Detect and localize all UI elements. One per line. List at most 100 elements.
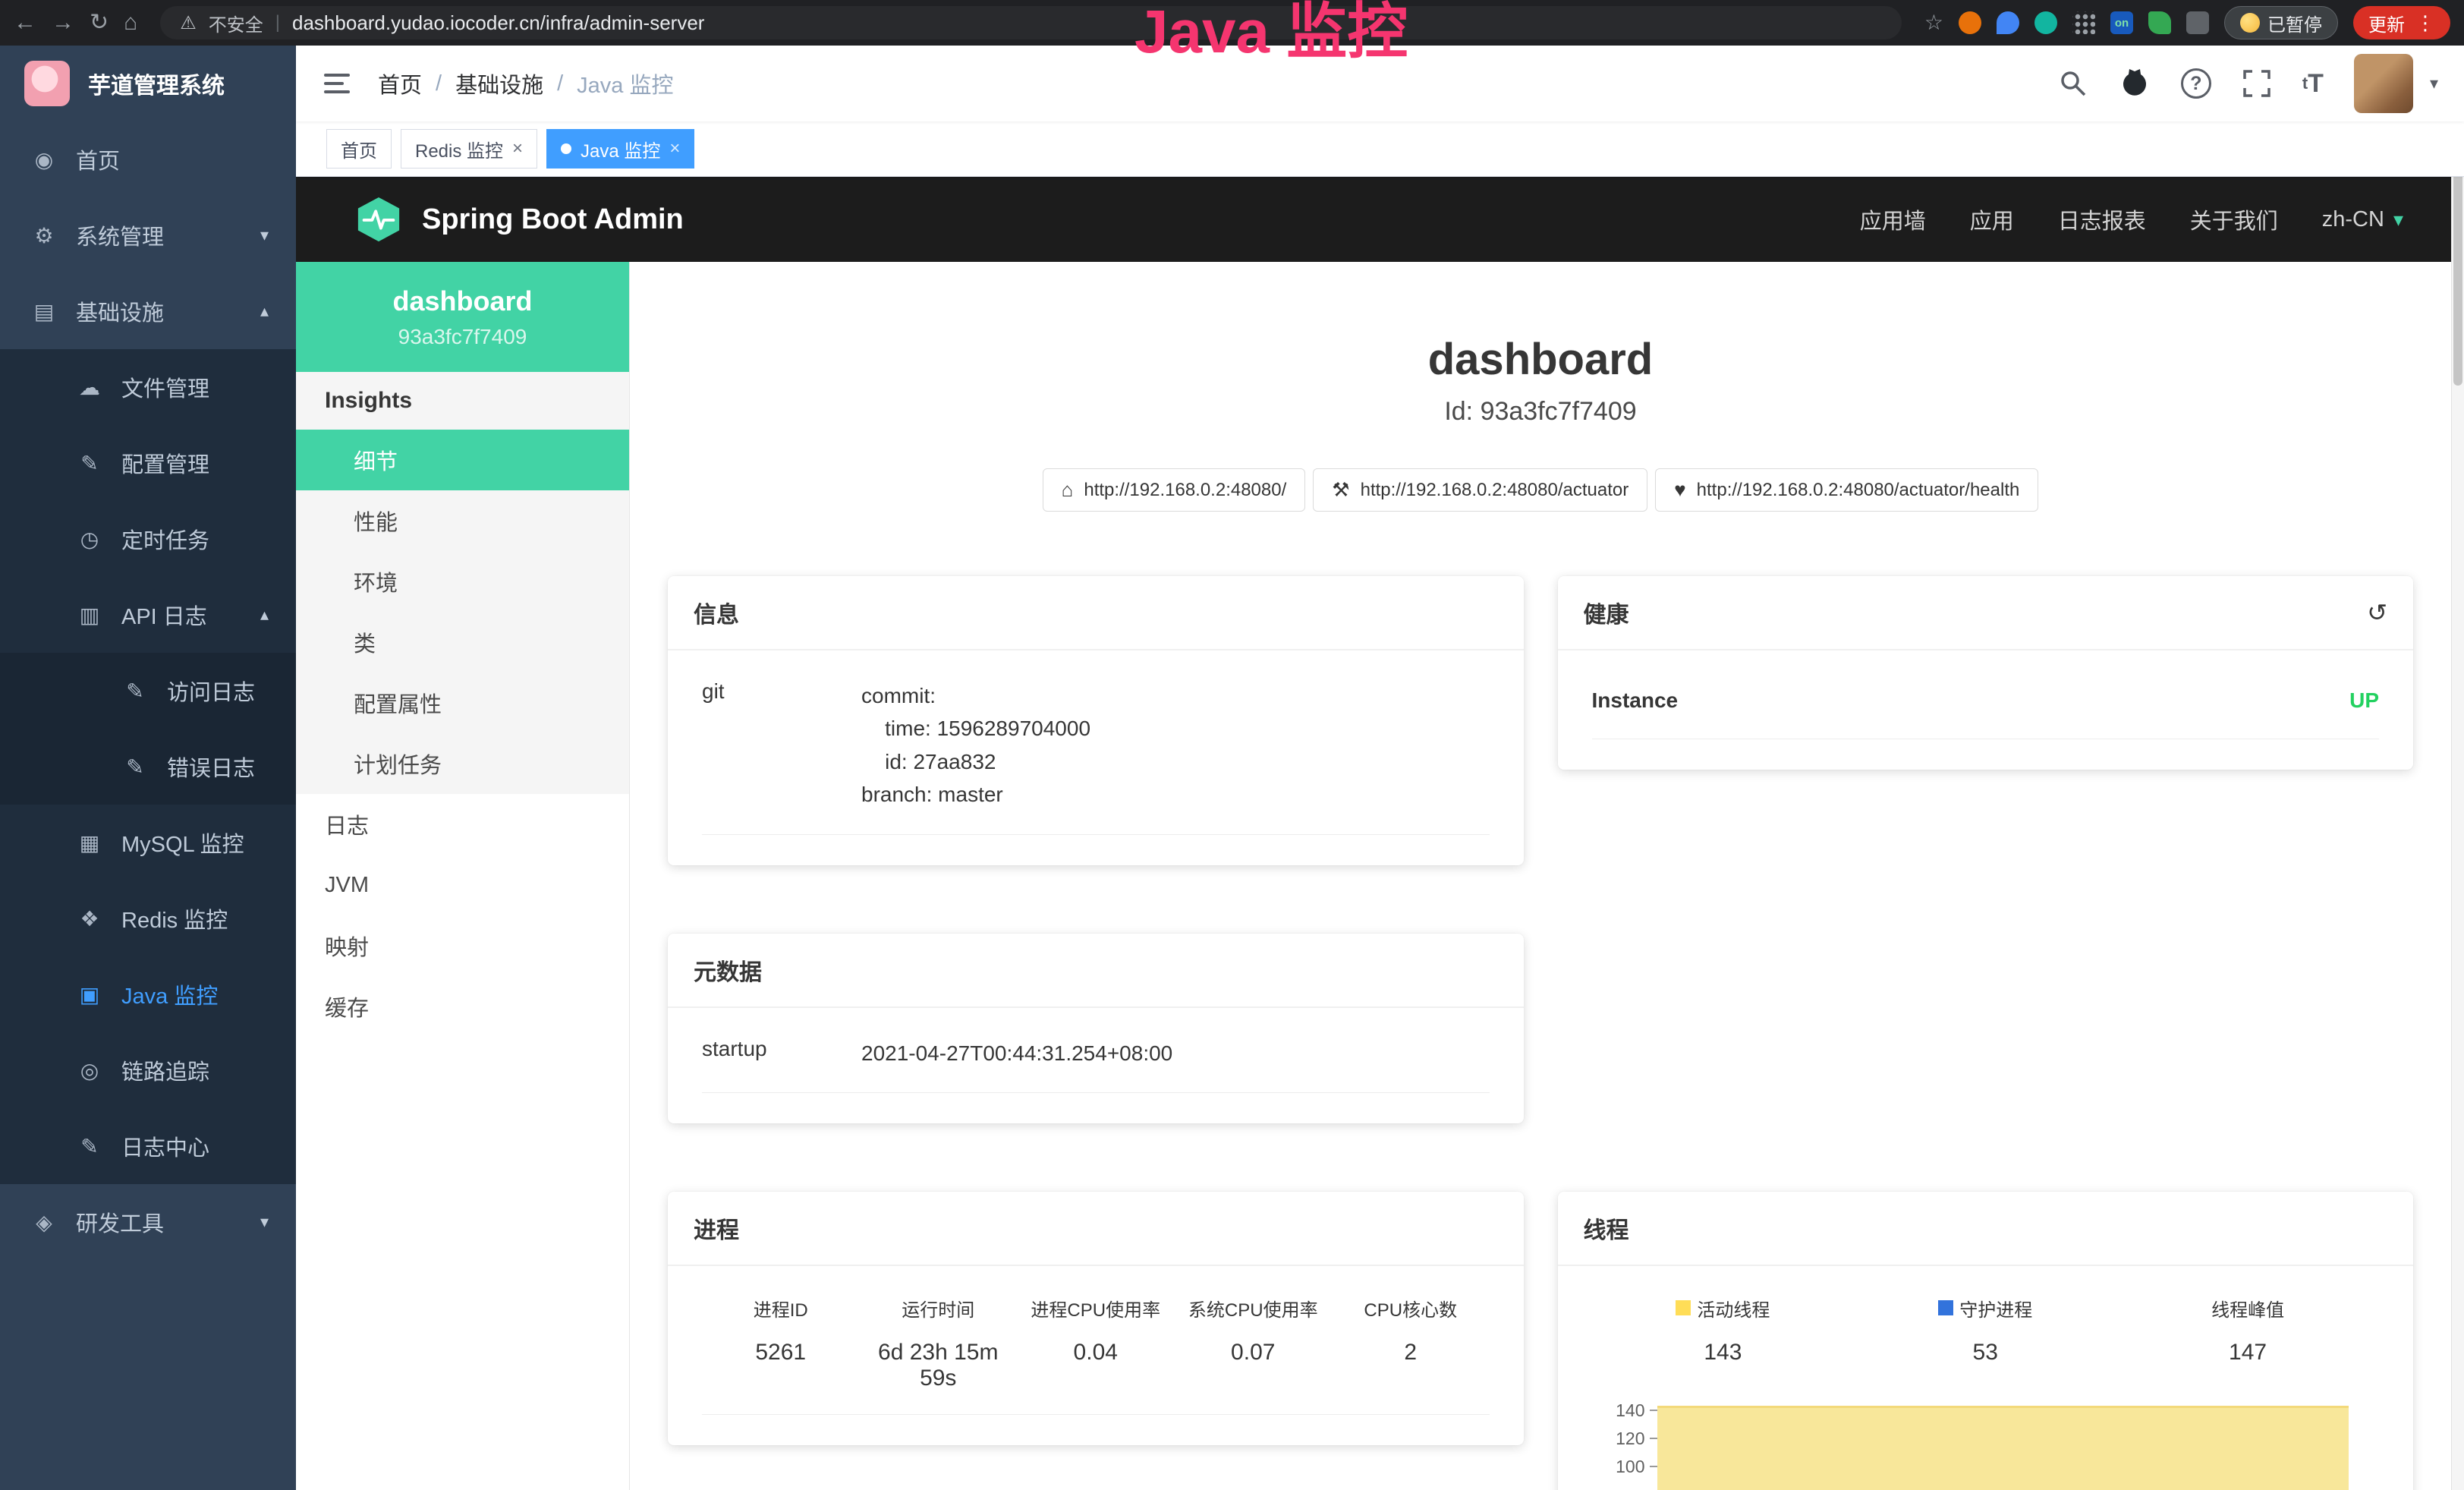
extension-on-badge-icon[interactable]: on	[2110, 11, 2133, 34]
hamburger-icon[interactable]	[322, 68, 352, 99]
github-icon[interactable]	[2119, 68, 2151, 99]
extension-grid-icon[interactable]	[2072, 11, 2095, 34]
font-size-icon[interactable]: tT	[2302, 69, 2324, 99]
sidebar-item-home[interactable]: ◉ 首页	[0, 121, 296, 197]
extensions-puzzle-icon[interactable]	[2186, 11, 2209, 34]
breadcrumb-separator: /	[557, 71, 563, 96]
search-icon[interactable]	[2058, 68, 2088, 99]
actuator-url-button[interactable]: ⚒ http://192.168.0.2:48080/actuator	[1313, 468, 1647, 512]
sidebar-item-access-logs[interactable]: ✎ 访问日志	[0, 653, 296, 729]
sba-nav-journal[interactable]: 日志报表	[2058, 203, 2146, 235]
back-icon[interactable]: ←	[14, 11, 36, 34]
tab-home[interactable]: 首页	[326, 129, 392, 169]
card-title: 信息	[694, 596, 739, 629]
sba-menu-scheduled-tasks[interactable]: 计划任务	[296, 733, 629, 794]
browser-menu-icon[interactable]: ⋮	[2415, 11, 2435, 35]
sidebar-item-api-logs[interactable]: ▥ API 日志 ▴	[0, 577, 296, 653]
health-url-button[interactable]: ♥ http://192.168.0.2:48080/actuator/heal…	[1655, 468, 2038, 512]
sba-nav-about[interactable]: 关于我们	[2190, 203, 2278, 235]
instance-url-button[interactable]: ⌂ http://192.168.0.2:48080/	[1043, 468, 1306, 512]
browser-update-button[interactable]: 更新 ⋮	[2353, 6, 2450, 39]
status-badge: UP	[2349, 688, 2379, 713]
page-url[interactable]: dashboard.yudao.iocoder.cn/infra/admin-s…	[292, 11, 704, 35]
stat-value: 53	[1854, 1340, 2116, 1366]
brand-title[interactable]: Spring Boot Admin	[422, 203, 684, 236]
actuator-url-label: http://192.168.0.2:48080/actuator	[1361, 480, 1629, 501]
page-title: dashboard	[630, 334, 2451, 385]
sba-menu-jvm[interactable]: JVM	[296, 855, 629, 915]
breadcrumb-home[interactable]: 首页	[378, 68, 422, 99]
sidebar-item-system-management[interactable]: ⚙ 系统管理 ▾	[0, 197, 296, 273]
sba-menu-logs[interactable]: 日志	[296, 794, 629, 855]
sidebar-item-trace[interactable]: ◎ 链路追踪	[0, 1032, 296, 1108]
sba-menu-metrics[interactable]: 性能	[296, 490, 629, 551]
reload-icon[interactable]: ↻	[90, 11, 109, 34]
page-scrollbar[interactable]	[2451, 46, 2464, 1490]
stat-value: 5261	[702, 1340, 860, 1366]
locale-select[interactable]: zh-CN ▾	[2322, 207, 2403, 232]
instance-name: dashboard	[392, 285, 532, 317]
tab-redis-monitor[interactable]: Redis 监控 ×	[401, 129, 537, 169]
extension-leaf-icon[interactable]	[2148, 11, 2171, 34]
instance-links: ⌂ http://192.168.0.2:48080/ ⚒ http://192…	[630, 468, 2451, 512]
home-icon: ⌂	[1062, 478, 1074, 502]
chevron-up-icon: ▴	[260, 605, 269, 625]
insights-section-label: Insights	[296, 372, 629, 430]
extension-green-icon[interactable]	[2034, 11, 2057, 34]
sidebar-item-redis-monitor[interactable]: ❖ Redis 监控	[0, 880, 296, 956]
tab-java-monitor[interactable]: Java 监控 ×	[546, 129, 694, 169]
close-icon[interactable]: ×	[669, 138, 680, 159]
sidebar-item-config-management[interactable]: ✎ 配置管理	[0, 425, 296, 501]
breadcrumb-infrastructure[interactable]: 基础设施	[455, 68, 543, 99]
instance-health-row[interactable]: Instance UP	[1592, 658, 2380, 739]
card-title: 元数据	[694, 953, 762, 987]
forward-icon[interactable]: →	[52, 11, 74, 34]
close-icon[interactable]: ×	[512, 138, 523, 159]
sidebar-item-label: 配置管理	[121, 447, 209, 479]
process-stats: 进程ID 5261 运行时间 6d 23h 15m 59s 进程CPU使用率 0…	[702, 1274, 1490, 1415]
sba-menu-environment[interactable]: 环境	[296, 551, 629, 612]
tags-view: 首页 Redis 监控 × Java 监控 ×	[296, 121, 2464, 177]
git-info-row: git commit: time: 1596289704000 id: 27aa…	[702, 658, 1490, 835]
instance-id-line: Id: 93a3fc7f7409	[630, 397, 2451, 427]
sba-sidebar: dashboard 93a3fc7f7409 Insights 细节 性能 环境…	[296, 262, 630, 1490]
browser-home-icon[interactable]: ⌂	[124, 11, 137, 34]
stat-label: 系统CPU使用率	[1175, 1295, 1333, 1321]
sidebar-item-mysql-monitor[interactable]: ▦ MySQL 监控	[0, 805, 296, 880]
avatar-caret-icon[interactable]: ▾	[2430, 74, 2438, 93]
sidebar-item-log-center[interactable]: ✎ 日志中心	[0, 1108, 296, 1184]
sba-menu-details[interactable]: 细节	[296, 430, 629, 490]
breadcrumb-separator: /	[436, 71, 442, 96]
sidebar-item-dev-tools[interactable]: ◈ 研发工具 ▾	[0, 1184, 296, 1260]
bookmark-star-icon[interactable]: ☆	[1924, 12, 1943, 33]
extension-drop-icon[interactable]	[1997, 11, 2019, 34]
extension-fox-icon[interactable]	[1959, 11, 1981, 34]
redis-icon: ❖	[76, 906, 103, 931]
threads-chart-y-axis: 140 120 100	[1592, 1399, 1657, 1490]
fullscreen-icon[interactable]	[2242, 68, 2272, 99]
sidebar-item-error-logs[interactable]: ✎ 错误日志	[0, 729, 296, 805]
sba-menu-mappings[interactable]: 映射	[296, 915, 629, 976]
app-logo-row[interactable]: 芋道管理系统	[0, 46, 296, 121]
update-label: 更新	[2368, 10, 2405, 36]
sba-menu-config-props[interactable]: 配置属性	[296, 673, 629, 733]
cloud-icon: ☁	[76, 375, 103, 400]
instance-header[interactable]: dashboard 93a3fc7f7409	[296, 262, 629, 372]
address-bar[interactable]: ⚠ 不安全 | dashboard.yudao.iocoder.cn/infra…	[160, 6, 1902, 39]
sba-menu-caches[interactable]: 缓存	[296, 976, 629, 1037]
sidebar-item-scheduled-tasks[interactable]: ◷ 定时任务	[0, 501, 296, 577]
profile-paused-pill[interactable]: 已暂停	[2224, 6, 2338, 39]
sidebar-item-file-management[interactable]: ☁ 文件管理	[0, 349, 296, 425]
locale-label: zh-CN	[2322, 207, 2384, 232]
wrench-icon: ⚒	[1332, 478, 1349, 502]
help-icon[interactable]: ?	[2181, 68, 2211, 99]
sba-menu-classes[interactable]: 类	[296, 612, 629, 673]
document-icon: ▥	[76, 603, 103, 628]
history-icon[interactable]: ↺	[2367, 598, 2387, 627]
sidebar-item-java-monitor[interactable]: ▣ Java 监控	[0, 956, 296, 1032]
sba-nav-applications[interactable]: 应用	[1970, 203, 2014, 235]
sba-nav-wallboard[interactable]: 应用墙	[1860, 203, 1926, 235]
user-avatar[interactable]	[2354, 54, 2413, 113]
sidebar-item-infrastructure[interactable]: ▤ 基础设施 ▴	[0, 273, 296, 349]
process-card: 进程 进程ID 5261 运行时间 6d 23h 15m 59s 进程CPU使用…	[668, 1192, 1524, 1445]
